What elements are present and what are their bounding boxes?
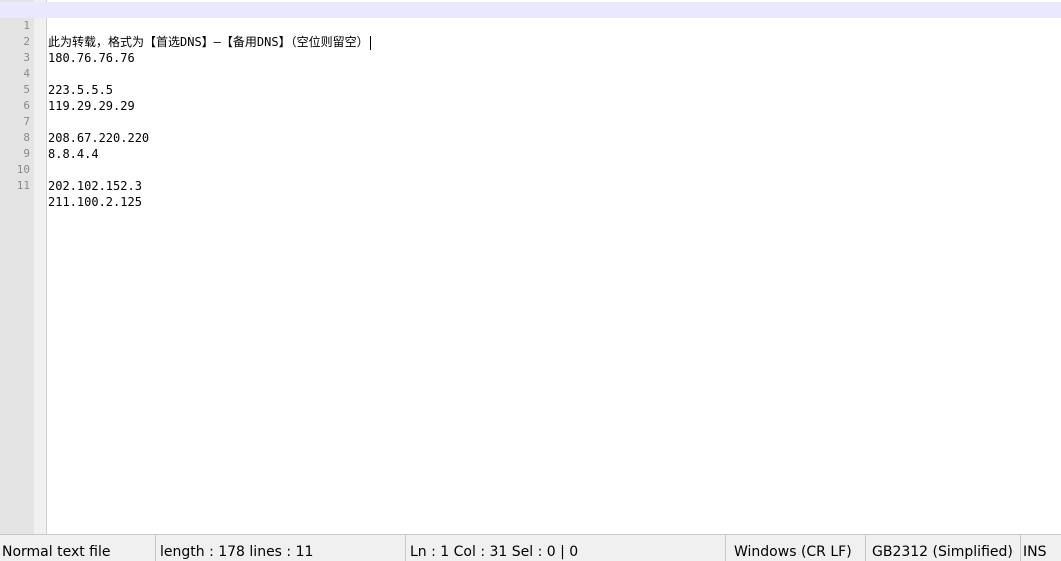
editor-line-current[interactable]: 1 此为转载，格式为【首选DNS】—【备用DNS】（空位则留空） (0, 2, 1061, 50)
editor-line[interactable]: 8 8.8.4.4 (0, 114, 1061, 161)
status-eol-format[interactable]: Windows (CR LF) (726, 535, 866, 561)
editor-line[interactable]: 5 119.29.29.29 (0, 66, 1061, 113)
editor-line[interactable]: 7 208.67.220.220 (0, 98, 1061, 145)
line-text[interactable]: 202.102.152.3 (48, 178, 142, 194)
editor-line[interactable]: 6 (0, 82, 1061, 112)
status-bar: Normal text file length : 178 lines : 11… (0, 534, 1061, 561)
status-file-type: Normal text file (0, 535, 156, 561)
status-encoding[interactable]: GB2312 (Simplified) (866, 535, 1021, 561)
editor-line[interactable]: 3 (0, 34, 1061, 64)
editor-lines[interactable]: 1 此为转载，格式为【首选DNS】—【备用DNS】（空位则留空） 2 180.7… (0, 2, 1061, 209)
text-editor[interactable]: 1 此为转载，格式为【首选DNS】—【备用DNS】（空位则留空） 2 180.7… (0, 0, 1061, 534)
editor-line[interactable]: 11 211.100.2.125 (0, 162, 1061, 209)
line-number: 11 (16, 179, 30, 192)
editor-line[interactable]: 2 180.76.76.76 (0, 18, 1061, 65)
status-cursor-position: Ln : 1 Col : 31 Sel : 0 | 0 (406, 535, 726, 561)
status-insert-mode[interactable]: INS (1021, 535, 1061, 561)
status-length-lines: length : 178 lines : 11 (156, 535, 406, 561)
editor-line[interactable]: 9 (0, 130, 1061, 160)
editor-line[interactable]: 10 202.102.152.3 (0, 146, 1061, 193)
line-text[interactable]: 211.100.2.125 (48, 194, 142, 210)
editor-line[interactable]: 4 223.5.5.5 (0, 50, 1061, 97)
